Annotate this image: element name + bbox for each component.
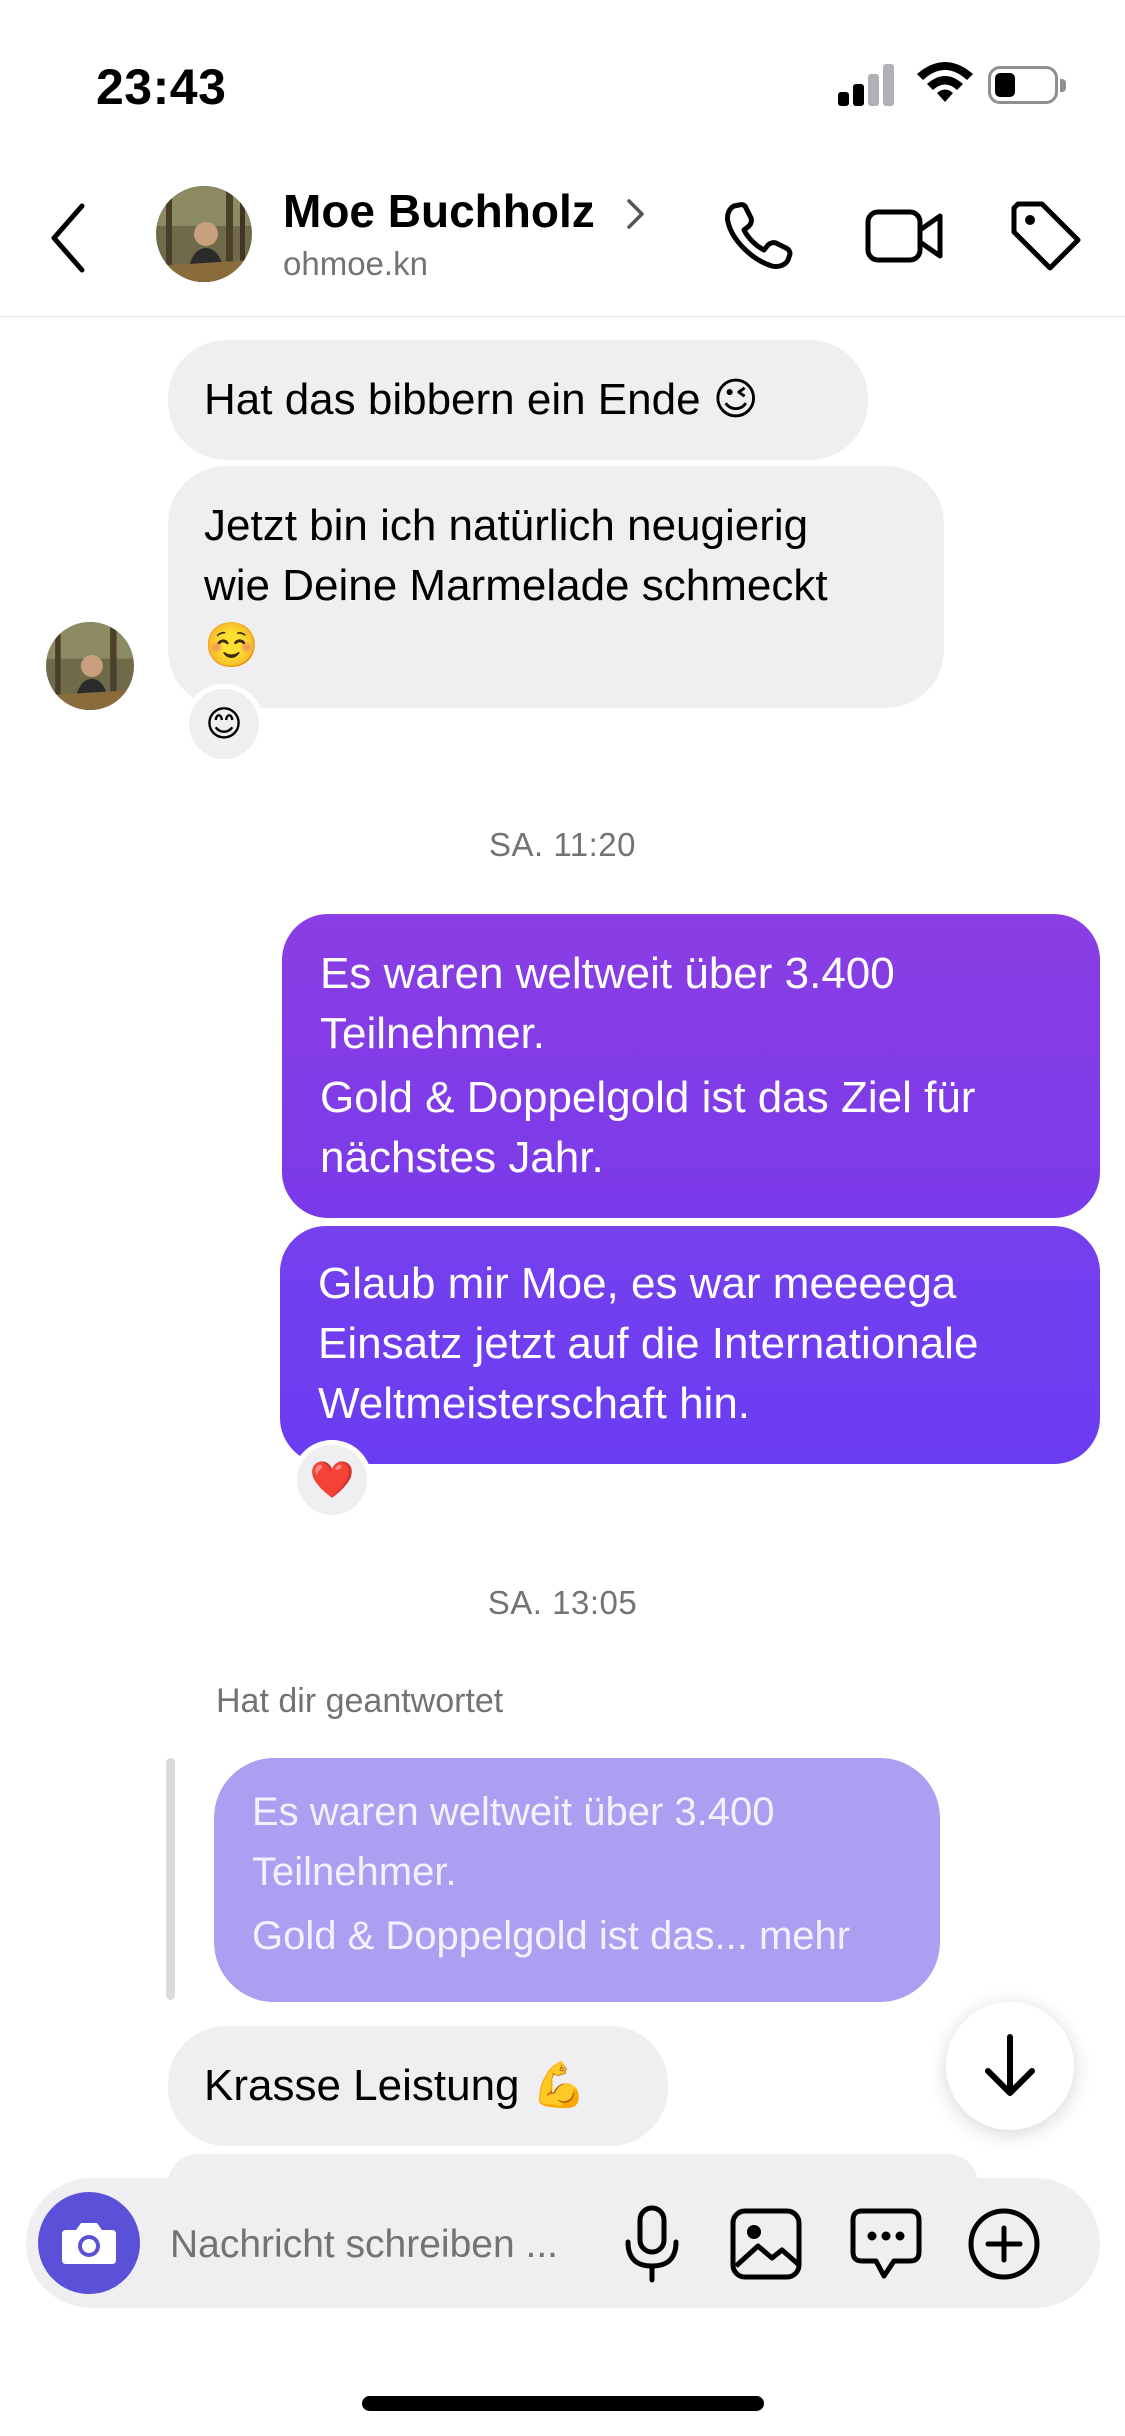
incoming-message[interactable]: Hat das bibbern ein Ende 😉 [168,340,868,460]
message-reaction[interactable]: ❤️ [292,1440,372,1520]
message-text-line: Jetzt bin ich natürlich neugierig [204,501,809,550]
image-icon[interactable] [728,2206,804,2282]
phone-icon[interactable] [718,196,798,276]
reply-text-line: Es waren weltweit über 3.400 [252,1790,775,1834]
arrow-down-icon [985,2034,1035,2096]
sender-avatar[interactable] [46,622,134,710]
microphone-icon[interactable] [616,2204,688,2284]
contact-name[interactable]: Moe Buchholz [283,184,595,238]
timestamp: SA. 13:05 [487,1584,638,1621]
plus-circle-icon[interactable] [966,2206,1042,2282]
message-text-line: Es waren weltweit über 3.400 [320,949,895,998]
message-reaction[interactable]: 😊 [184,684,264,764]
scroll-to-bottom-button[interactable] [946,2002,1074,2130]
contact-username: ohmoe.kn [283,245,428,282]
avatar[interactable] [156,186,252,282]
reply-label: Hat dir geantwortet [216,1682,504,1720]
message-text-line: Gold & Doppelgold ist das Ziel für [320,1073,976,1122]
home-indicator [362,2396,764,2411]
message-text-line: wie Deine Marmelade schmeckt [204,561,828,610]
chat-bubble-icon[interactable] [848,2206,924,2282]
back-chevron-icon[interactable] [46,198,96,278]
reply-text-line: Gold & Doppelgold ist das... mehr [252,1914,851,1958]
replied-message-preview[interactable]: Es waren weltweit über 3.400 Teilnehmer.… [214,1758,940,2002]
video-camera-icon[interactable] [864,196,944,276]
message-text-line: Einsatz jetzt auf die Internationale [318,1319,979,1368]
message-text-line: nächstes Jahr. [320,1133,604,1182]
camera-icon [62,2223,116,2264]
message-text-line: Teilnehmer. [320,1009,546,1058]
message-text: Krasse Leistung 💪 [204,2061,587,2110]
message-emoji: ☺️ [204,620,259,671]
battery-icon [988,66,1068,106]
message-text-line: Weltmeisterschaft hin. [318,1379,751,1428]
message-input[interactable] [168,2216,612,2274]
cellular-signal-icon [838,64,896,106]
message-text-line: Glaub mir Moe, es war meeeega [318,1259,957,1308]
chevron-right-icon[interactable] [624,196,648,232]
incoming-message[interactable]: Jetzt bin ich natürlich neugierig wie De… [168,466,944,708]
outgoing-message[interactable]: Glaub mir Moe, es war meeeega Einsatz je… [280,1226,1100,1464]
reply-text-line: Teilnehmer. [252,1850,457,1894]
outgoing-message[interactable]: Es waren weltweit über 3.400 Teilnehmer.… [282,914,1100,1218]
wifi-icon [917,62,973,102]
message-text: Hat das bibbern ein Ende 😉 [204,375,759,424]
camera-button[interactable] [38,2192,140,2294]
header-divider [0,316,1125,317]
incoming-message[interactable]: Krasse Leistung 💪 [168,2026,668,2146]
status-time: 23:43 [96,59,227,115]
reply-quote-bar [166,1758,175,2000]
timestamp: SA. 11:20 [489,826,636,863]
tag-icon[interactable] [1006,196,1086,276]
